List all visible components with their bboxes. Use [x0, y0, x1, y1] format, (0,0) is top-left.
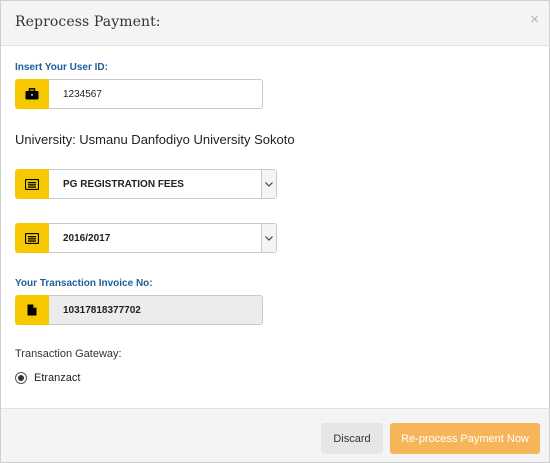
briefcase-icon	[15, 79, 49, 109]
radio-button[interactable]	[15, 372, 27, 384]
gateway-label: Transaction Gateway:	[15, 348, 122, 360]
gateway-option-etranzact[interactable]: Etranzact	[15, 372, 80, 384]
chevron-down-icon[interactable]	[261, 224, 276, 252]
close-icon[interactable]: ×	[530, 12, 539, 27]
discard-button[interactable]: Discard	[321, 423, 383, 454]
modal-header: Reprocess Payment: ×	[1, 1, 549, 46]
university-text: University: Usmanu Danfodiyo University …	[15, 132, 295, 147]
list-icon	[15, 223, 49, 253]
invoice-input-group: 10317818377702	[15, 295, 263, 325]
fee-type-selected-value: PG REGISTRATION FEES	[63, 178, 184, 190]
fee-type-select[interactable]: PG REGISTRATION FEES	[49, 169, 277, 199]
reprocess-payment-button[interactable]: Re-process Payment Now	[390, 423, 540, 454]
invoice-number-field: 10317818377702	[49, 295, 263, 325]
chevron-down-icon[interactable]	[261, 170, 276, 198]
user-id-input[interactable]: 1234567	[49, 79, 263, 109]
modal-title: Reprocess Payment:	[15, 14, 161, 30]
gateway-option-label: Etranzact	[34, 372, 81, 384]
session-select[interactable]: 2016/2017	[49, 223, 277, 253]
fee-type-select-group: PG REGISTRATION FEES	[15, 169, 277, 199]
user-id-label: Insert Your User ID:	[15, 62, 108, 73]
modal-footer: Discard Re-process Payment Now	[1, 408, 549, 462]
user-id-input-group: 1234567	[15, 79, 263, 109]
document-icon	[15, 295, 49, 325]
session-select-group: 2016/2017	[15, 223, 277, 253]
reprocess-payment-modal: Reprocess Payment: × Insert Your User ID…	[0, 0, 550, 463]
list-icon	[15, 169, 49, 199]
invoice-label: Your Transaction Invoice No:	[15, 278, 153, 289]
session-selected-value: 2016/2017	[63, 232, 111, 244]
